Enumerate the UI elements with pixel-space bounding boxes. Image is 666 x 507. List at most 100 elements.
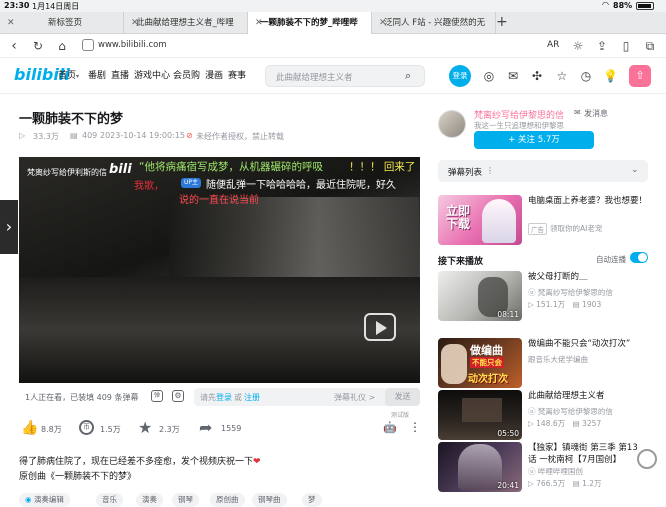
rec-thumbnail[interactable]: 做编曲 不能只会 动次打次 — [438, 338, 522, 388]
close-icon[interactable]: ✕ — [379, 12, 387, 34]
follow-button[interactable]: + 关注 5.7万 — [474, 131, 594, 149]
vip-icon[interactable]: ◎ — [482, 69, 496, 83]
tag-item[interactable]: 演奏 — [136, 493, 163, 507]
tag-item[interactable]: 钢琴曲 — [252, 493, 287, 507]
duration: 08:11 — [497, 310, 519, 319]
reprint-notice: 未经作者授权，禁止转载 — [196, 132, 284, 141]
danmaku-register-link[interactable]: 注册 — [244, 392, 260, 403]
rec-title[interactable]: 被父母打断的＿ — [528, 271, 650, 283]
rec-title[interactable]: 【独家】镇魂街 第三季 第13话 一枕南柯【7月国创】 — [528, 442, 646, 466]
favorite-star-icon[interactable]: ★ — [138, 418, 152, 437]
danmaku-login-link[interactable]: 登录 — [216, 392, 232, 403]
nav-vip[interactable]: 会员购 — [173, 58, 200, 94]
site-header: bilibili 首页 ▾ 番剧 直播 游戏中心 会员购 漫画 赛事 此曲献给理… — [0, 58, 666, 94]
side-drawer-handle[interactable]: › — [0, 200, 18, 254]
rec-thumbnail[interactable]: 08:11 — [438, 271, 522, 321]
close-icon[interactable]: ✕ — [7, 12, 15, 34]
video-title: 一颗肺装不下的梦 — [19, 112, 124, 127]
share-arrow-icon[interactable]: ➦ — [199, 418, 212, 437]
history-icon[interactable]: ◷ — [579, 69, 593, 83]
nav-esports[interactable]: 赛事 — [228, 58, 246, 94]
more-icon[interactable]: ⋮ — [409, 420, 421, 434]
close-icon[interactable]: ✕ — [131, 12, 139, 34]
rec-author[interactable]: ⓤ 哔哩哔哩国创 — [528, 466, 583, 477]
tabs-overview-icon[interactable]: ⧉ — [642, 34, 658, 58]
send-message-link[interactable]: 发消息 — [584, 108, 608, 119]
danmaku-send-bar: 1人正在看，已装填 409 条弹幕 弹 ⚙ 请先 登录 或 注册 弹幕礼仪 > … — [19, 385, 420, 409]
rec-title[interactable]: 做编曲不能只会“动次打次” — [528, 338, 650, 350]
chevron-down-icon[interactable]: ⌄ — [631, 165, 639, 175]
coin-icon[interactable]: 币 — [79, 420, 94, 435]
reader-ar-button[interactable]: AR — [547, 40, 559, 50]
message-icon[interactable]: ✉ — [506, 69, 520, 83]
search-icon[interactable]: ⌕ — [405, 69, 411, 83]
sun-icon[interactable]: ☼ — [570, 34, 586, 58]
rec-author[interactable]: 跟音乐大佬学编曲 — [528, 354, 588, 365]
tag-item[interactable]: 音乐 — [96, 493, 123, 507]
send-button[interactable]: 发送 — [385, 388, 420, 406]
search-box[interactable]: 此曲献给理想主义者 ⌕ — [265, 65, 425, 87]
like-icon[interactable]: 👍 — [21, 420, 38, 436]
favorites-icon[interactable]: ☆ — [555, 69, 569, 83]
assistive-touch-button[interactable] — [637, 449, 657, 469]
dynamic-icon[interactable]: ✣ — [530, 69, 544, 83]
danmaku-list-panel[interactable]: 弹幕列表 ⋮ ⌄ — [438, 160, 648, 182]
tag-channel[interactable]: ◉ 演奏编辑 — [19, 493, 70, 507]
nav-game[interactable]: 游戏中心 — [134, 58, 170, 94]
up-avatar[interactable] — [438, 110, 466, 138]
play-icon[interactable] — [364, 313, 396, 341]
rec-card[interactable]: 做编曲 不能只会 动次打次 做编曲不能只会“动次打次” 跟音乐大佬学编曲 — [438, 338, 648, 388]
up-badge: UP主 — [181, 178, 201, 188]
tab-bilibili-active[interactable]: ✕ 一颗肺装不下的梦_哔哩哔 — [248, 12, 372, 34]
login-avatar-button[interactable]: 登录 — [449, 65, 471, 87]
tab-new[interactable]: ✕ 新标签页 — [0, 12, 124, 34]
tab-bilibili-1[interactable]: ✕ 此曲献给理想主义者_哔哩 — [124, 12, 248, 34]
rec-title[interactable]: 此曲献给理想主义者 — [528, 390, 650, 402]
tag-item[interactable]: 钢琴 — [172, 493, 199, 507]
video-frame-piano — [19, 277, 420, 383]
nav-bangumi[interactable]: 番剧 — [88, 58, 106, 94]
danmaku-toggle-icon[interactable]: 弹 — [151, 390, 163, 402]
rec-thumbnail[interactable]: 20:41 — [438, 442, 522, 492]
reload-icon[interactable]: ↻ — [30, 34, 46, 58]
autoplay-toggle[interactable] — [630, 252, 648, 263]
rec-card[interactable]: 05:50 此曲献给理想主义者 ⓤ 梵离纱写给伊黎思的信 ▷ 148.6万 ▤ … — [438, 390, 648, 440]
rec-card[interactable]: 20:41 【独家】镇魂街 第三季 第13话 一枕南柯【7月国创】 ⓤ 哔哩哔哩… — [438, 442, 648, 492]
tag-item[interactable]: 原创曲 — [210, 493, 245, 507]
danmaku-settings-icon[interactable]: ⚙ — [172, 390, 184, 402]
rec-thumbnail[interactable]: 05:50 — [438, 390, 522, 440]
nav-home[interactable]: 首页 — [58, 58, 76, 94]
danmaku-etiquette[interactable]: 弹幕礼仪 > — [334, 392, 375, 403]
coin-count: 1.5万 — [100, 425, 121, 434]
home-icon[interactable]: ⌂ — [54, 34, 70, 58]
nav-live[interactable]: 直播 — [111, 58, 129, 94]
tag-item[interactable]: 梦 — [302, 493, 322, 507]
share-icon[interactable]: ⇪ — [594, 34, 610, 58]
ad-thumbnail[interactable]: 立即下载 — [438, 195, 522, 245]
creator-icon[interactable]: 💡 — [603, 69, 618, 83]
message-envelope-icon[interactable]: ✉ — [574, 108, 581, 117]
search-input[interactable]: 此曲献给理想主义者 — [276, 71, 353, 83]
rec-card[interactable]: 08:11 被父母打断的＿ ⓤ 梵离纱写给伊黎思的信 ▷ 151.1万 ▤ 19… — [438, 271, 648, 321]
close-icon[interactable]: ✕ — [255, 12, 263, 34]
robot-icon[interactable]: 🤖 — [383, 421, 397, 434]
nav-comic[interactable]: 漫画 — [205, 58, 223, 94]
tab-fsite[interactable]: ✕ 泛同人 F站 - 兴趣使然的无 — [372, 12, 496, 34]
ad-title[interactable]: 电脑桌面上养老婆？我也想要！ — [528, 195, 650, 207]
url-text[interactable]: www.bilibili.com — [98, 40, 167, 50]
back-icon[interactable]: ‹ — [6, 34, 22, 58]
ad-card[interactable]: 立即下载 电脑桌面上养老婆？我也想要！ 广告 领取你的AI老宠 — [438, 195, 648, 245]
status-time: 23:30 — [4, 1, 30, 10]
danmaku-input[interactable]: 请先 登录 或 注册 弹幕礼仪 > — [194, 388, 389, 406]
upload-button[interactable]: ⇧ — [629, 65, 651, 87]
rec-author[interactable]: ⓤ 梵离纱写给伊黎思的信 — [528, 406, 613, 417]
video-meta: ▷ 33.3万 ▤ 409 2023-10-14 19:00:15 ⊘ 未经作者… — [19, 131, 419, 141]
more-icon[interactable]: ⋮ — [486, 166, 494, 175]
new-tab-plus-icon[interactable]: + — [496, 14, 508, 30]
danmaku-line-2a: 我歌， — [134, 181, 164, 192]
rec-author[interactable]: ⓤ 梵离纱写给伊黎思的信 — [528, 287, 613, 298]
video-player[interactable]: 梵离纱写给伊利斯的信 bili “他将病痛宿写成梦，从机器碾碎的呼吸 ！！！ 回… — [19, 157, 420, 383]
danmaku-line-3: 说的一直在说当前 — [179, 195, 259, 206]
bookmarks-icon[interactable]: ▯ — [618, 34, 634, 58]
play-count-icon: ▷ — [19, 131, 26, 140]
